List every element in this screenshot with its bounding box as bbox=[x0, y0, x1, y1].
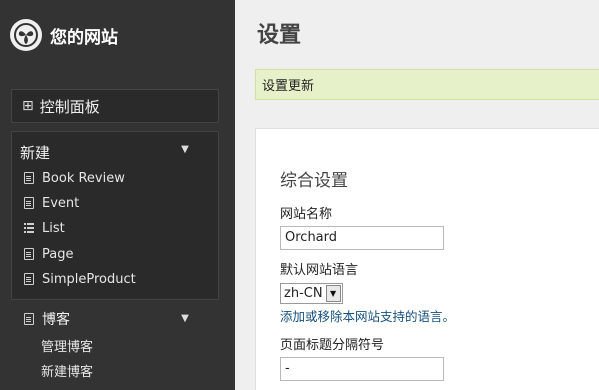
document-icon bbox=[24, 273, 34, 285]
site-brand[interactable]: 您的网站 bbox=[10, 18, 118, 52]
page-title: 设置 bbox=[257, 23, 302, 48]
site-name-input[interactable]: Orchard bbox=[280, 226, 444, 250]
new-item-event[interactable]: Event bbox=[24, 193, 79, 213]
dropdown-arrow-icon[interactable]: ▼ bbox=[325, 285, 341, 302]
section-title: 综合设置 bbox=[280, 171, 348, 191]
site-name-label: 网站名称 bbox=[280, 207, 333, 222]
document-icon bbox=[24, 248, 34, 260]
dashboard-link[interactable]: ⊞ 控制面板 bbox=[11, 89, 219, 123]
new-item-label: Page bbox=[42, 246, 74, 262]
blog-menu-label: 博客 bbox=[42, 312, 70, 328]
sidebar-item-manage-blogs[interactable]: 管理博客 bbox=[41, 336, 93, 355]
new-item-book-review[interactable]: Book Review bbox=[24, 168, 125, 188]
sidebar: 您的网站 ⊞ 控制面板 新建 ▼ Book Review Event List … bbox=[0, 0, 235, 390]
document-icon bbox=[24, 313, 34, 325]
blog-menu-header[interactable]: 博客 bbox=[24, 309, 70, 329]
orchard-logo-icon bbox=[10, 19, 42, 51]
default-language-label: 默认网站语言 bbox=[280, 263, 359, 278]
default-language-select[interactable]: zh-CN ▼ bbox=[280, 283, 343, 304]
title-separator-label: 页面标题分隔符号 bbox=[280, 338, 385, 353]
new-item-label: Event bbox=[42, 195, 80, 211]
title-separator-input[interactable]: - bbox=[280, 357, 444, 381]
status-message: 设置更新 bbox=[255, 69, 599, 100]
manage-languages-link[interactable]: 添加或移除本网站支持的语言。 bbox=[280, 306, 455, 325]
new-item-list[interactable]: List bbox=[24, 218, 65, 238]
sidebar-item-new-blog[interactable]: 新建博客 bbox=[41, 361, 93, 380]
document-icon bbox=[24, 172, 34, 184]
new-item-label: SimpleProduct bbox=[42, 271, 136, 287]
new-item-label: List bbox=[42, 220, 65, 236]
grid-icon: ⊞ bbox=[22, 98, 34, 114]
new-menu-header[interactable]: 新建 bbox=[20, 142, 50, 163]
list-icon bbox=[24, 222, 34, 234]
new-item-label: Book Review bbox=[42, 170, 125, 186]
new-menu: 新建 ▼ Book Review Event List Page SimpleP… bbox=[11, 131, 219, 300]
chevron-down-icon[interactable]: ▼ bbox=[179, 313, 191, 325]
site-title[interactable]: 您的网站 bbox=[50, 23, 118, 48]
default-language-value: zh-CN bbox=[284, 286, 323, 301]
document-icon bbox=[24, 197, 34, 209]
new-item-page[interactable]: Page bbox=[24, 244, 73, 264]
new-item-simpleproduct[interactable]: SimpleProduct bbox=[24, 269, 136, 289]
main-content: 设置 设置更新 bbox=[235, 0, 599, 390]
chevron-down-icon[interactable]: ▼ bbox=[179, 144, 191, 156]
dashboard-label: 控制面板 bbox=[39, 97, 100, 116]
